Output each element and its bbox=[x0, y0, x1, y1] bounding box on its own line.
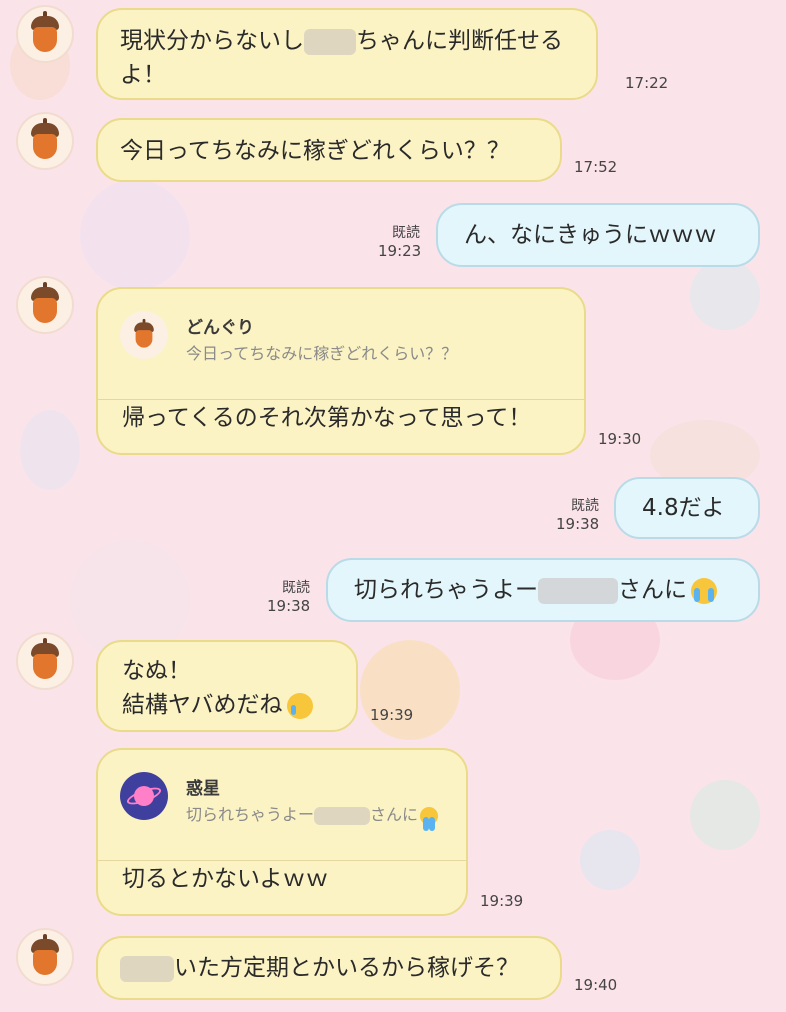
quoted-text-part: さんに bbox=[370, 805, 419, 824]
message-text: さんに bbox=[618, 577, 687, 603]
read-receipt: 既読 bbox=[392, 225, 420, 241]
reply-message-bubble[interactable]: どんぐり 今日ってちなみに稼ぎどれくらい？？ 帰ってくるのそれ次第かなって思って… bbox=[96, 287, 586, 455]
background-decoration bbox=[690, 780, 760, 850]
redacted-name bbox=[304, 28, 356, 55]
message-time: 19:30 bbox=[598, 430, 642, 448]
message-time: 19:39 bbox=[370, 706, 414, 724]
message-time: 17:22 bbox=[625, 74, 669, 92]
acorn-icon bbox=[30, 118, 60, 159]
message-time: 19:39 bbox=[480, 892, 524, 910]
background-decoration bbox=[580, 830, 640, 890]
quoted-message[interactable]: 惑星 切られちゃうよー さんに bbox=[98, 750, 466, 861]
crying-face-icon bbox=[286, 692, 313, 719]
message-bubble[interactable]: なぬ！ 結構ヤバめだね bbox=[96, 640, 358, 732]
sender-avatar[interactable] bbox=[16, 276, 74, 334]
message-text: いた方定期とかいるから稼げそ？ bbox=[174, 955, 519, 981]
acorn-icon bbox=[30, 11, 60, 52]
quoted-avatar bbox=[120, 772, 168, 820]
message-text: 4.8だよ bbox=[642, 495, 725, 521]
background-decoration bbox=[360, 640, 460, 740]
acorn-icon bbox=[134, 318, 155, 348]
sender-avatar[interactable] bbox=[16, 112, 74, 170]
message-bubble[interactable]: いた方定期とかいるから稼げそ？ bbox=[96, 936, 562, 1000]
message-text: ちゃんに判断任せる bbox=[356, 28, 563, 54]
redacted-name bbox=[314, 806, 371, 825]
redacted-name bbox=[538, 577, 618, 604]
loudly-crying-face-icon bbox=[691, 577, 717, 604]
message-time: 19:38 bbox=[267, 597, 311, 615]
message-text: よ！ bbox=[120, 62, 166, 88]
background-decoration bbox=[690, 260, 760, 330]
planet-icon bbox=[120, 772, 168, 820]
quoted-avatar bbox=[120, 311, 168, 359]
read-receipt: 既読 bbox=[282, 580, 310, 596]
background-decoration bbox=[20, 410, 80, 490]
message-text: 現状分からないし bbox=[120, 28, 304, 54]
message-time: 19:23 bbox=[378, 242, 422, 260]
message-text: 切るとかないよｗｗ bbox=[122, 866, 329, 892]
sender-avatar[interactable] bbox=[16, 632, 74, 690]
message-text: 帰ってくるのそれ次第かなって思って！ bbox=[122, 405, 532, 431]
message-text: ん、なにきゅうにｗｗｗ bbox=[464, 222, 717, 248]
acorn-icon bbox=[30, 638, 60, 679]
message-bubble[interactable]: 4.8だよ bbox=[614, 477, 760, 539]
message-text: 今日ってちなみに稼ぎどれくらい？？ bbox=[120, 138, 510, 164]
sender-avatar[interactable] bbox=[16, 5, 74, 63]
read-receipt: 既読 bbox=[571, 498, 599, 514]
message-bubble[interactable]: 今日ってちなみに稼ぎどれくらい？？ bbox=[96, 118, 562, 182]
quoted-message[interactable]: どんぐり 今日ってちなみに稼ぎどれくらい？？ bbox=[98, 289, 584, 400]
message-bubble[interactable]: 切られちゃうよー さんに bbox=[326, 558, 760, 622]
loudly-crying-face-icon bbox=[420, 806, 439, 831]
reply-message-bubble[interactable]: 惑星 切られちゃうよー さんに 切るとかないよｗｗ bbox=[96, 748, 468, 916]
acorn-icon bbox=[30, 282, 60, 323]
acorn-icon bbox=[30, 934, 60, 975]
quoted-text: 今日ってちなみに稼ぎどれくらい？？ bbox=[186, 344, 458, 363]
message-time: 19:38 bbox=[556, 515, 600, 533]
sender-avatar[interactable] bbox=[16, 928, 74, 986]
background-decoration bbox=[80, 180, 190, 290]
redacted-name bbox=[120, 955, 174, 982]
quoted-text-part: 切られちゃうよー bbox=[186, 805, 315, 824]
quoted-text: 切られちゃうよー さんに bbox=[186, 798, 439, 832]
message-text: 切られちゃうよー bbox=[354, 577, 538, 603]
message-bubble[interactable]: 現状分からないし ちゃんに判断任せる よ！ bbox=[96, 8, 598, 100]
message-text: なぬ！ bbox=[122, 658, 191, 684]
message-bubble[interactable]: ん、なにきゅうにｗｗｗ bbox=[436, 203, 760, 267]
message-time: 17:52 bbox=[574, 158, 618, 176]
message-time: 19:40 bbox=[574, 976, 618, 994]
message-text: 結構ヤバめだね bbox=[122, 692, 283, 718]
